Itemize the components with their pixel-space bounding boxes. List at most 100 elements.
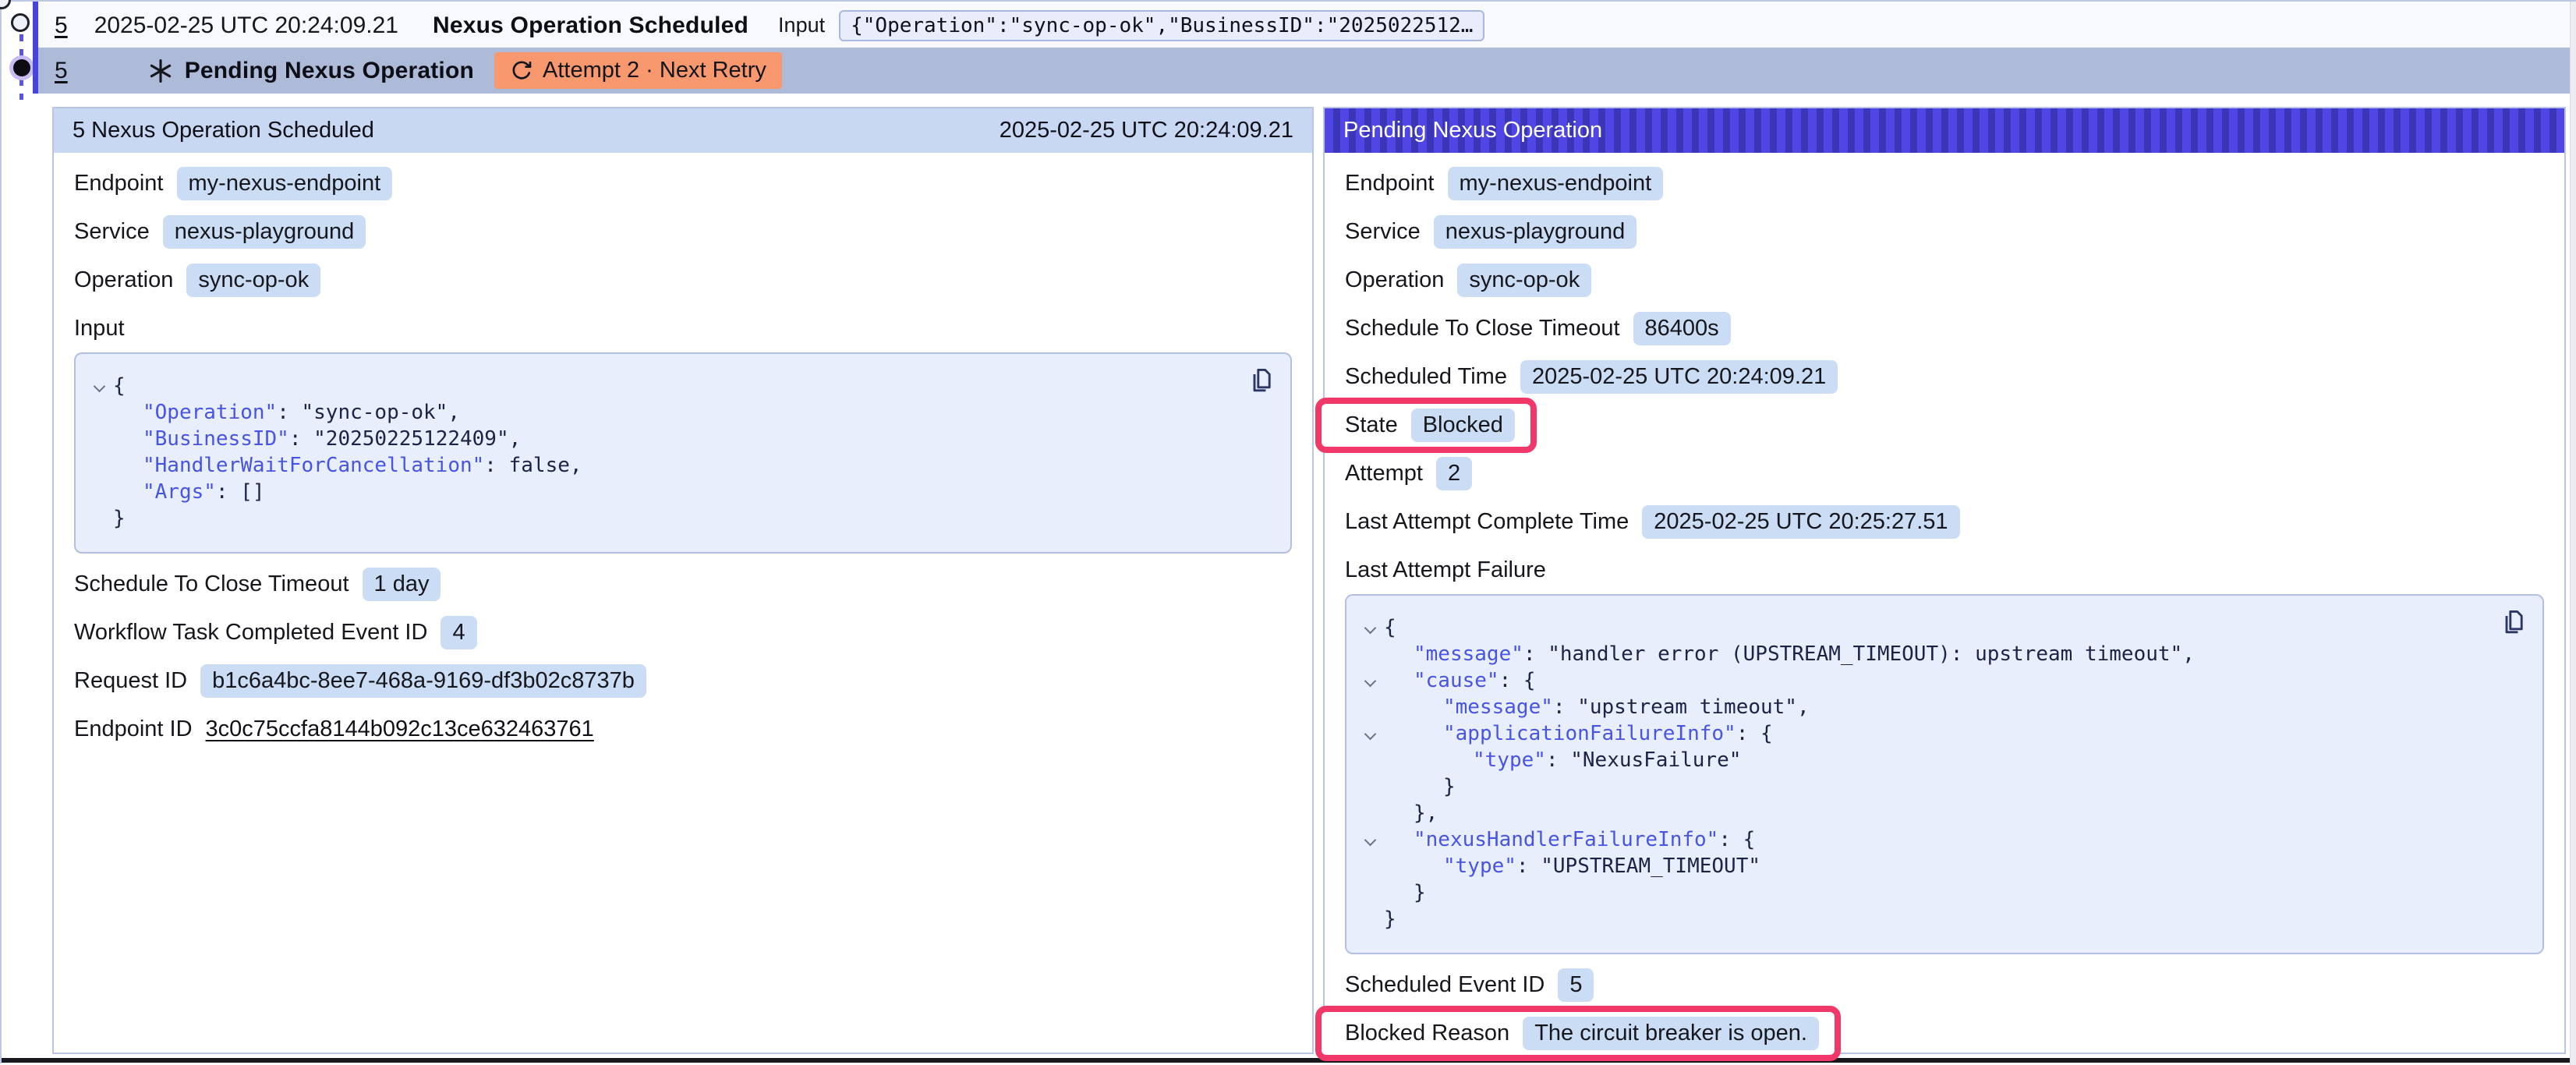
field-label: Service xyxy=(74,219,150,245)
json-punctuation: : { xyxy=(1736,720,1773,747)
json-code-line: "cause": { xyxy=(1356,667,2524,694)
input-preview-chip[interactable]: {"Operation":"sync-op-ok","BusinessID":"… xyxy=(839,10,1484,41)
field-value-chip: my-nexus-endpoint xyxy=(177,167,393,200)
history-row-scheduled[interactable]: 5 2025-02-25 UTC 20:24:09.21 Nexus Opera… xyxy=(38,3,2570,48)
detail-field-row: Operation sync-op-ok xyxy=(74,263,1292,298)
detail-field-row: Scheduled Event ID5 xyxy=(1345,968,2544,1003)
json-key: "BusinessID" xyxy=(143,426,289,452)
panel-title: Pending Nexus Operation xyxy=(1343,118,1602,143)
field-value-chip: The circuit breaker is open. xyxy=(1523,1017,1819,1050)
json-code-line: "message": "upstream timeout", xyxy=(1356,694,2524,720)
input-label: Input xyxy=(778,13,825,37)
json-punctuation: } xyxy=(1384,906,1396,932)
field-label: Service xyxy=(1345,219,1421,245)
input-json-viewer: {"Operation": "sync-op-ok","BusinessID":… xyxy=(74,352,1292,554)
detail-field-row: StateBlocked xyxy=(1345,408,2544,443)
retry-attempt-badge: Attempt 2 · Next Retry xyxy=(494,52,782,89)
json-code-line: } xyxy=(85,505,1272,532)
json-key: "HandlerWaitForCancellation" xyxy=(143,452,484,479)
json-punctuation: : xyxy=(277,399,301,426)
json-key: "Args" xyxy=(143,479,216,505)
scrollbar-track[interactable] xyxy=(2570,2,2576,1065)
field-label: Operation xyxy=(74,267,173,293)
json-key: "type" xyxy=(1443,853,1516,879)
json-punctuation: : xyxy=(1523,641,1548,667)
collapse-chevron-icon[interactable] xyxy=(1356,677,1384,685)
field-value-chip: nexus-playground xyxy=(163,215,366,249)
event-id-link[interactable]: 5 xyxy=(55,58,68,84)
event-id-link[interactable]: 5 xyxy=(55,12,68,39)
field-value-chip: sync-op-ok xyxy=(186,264,320,297)
detail-field-row: Scheduled Time2025-02-25 UTC 20:24:09.21 xyxy=(1345,359,2544,395)
field-value-chip: sync-op-ok xyxy=(1457,264,1591,297)
pending-operation-panel: Pending Nexus Operation Endpoint my-nexus… xyxy=(1323,107,2566,1054)
json-value: [] xyxy=(240,479,264,505)
json-punctuation: : xyxy=(1546,747,1570,773)
panel-title: 5 Nexus Operation Scheduled xyxy=(73,118,374,143)
failure-json-viewer: {"message": "handler error (UPSTREAM_TIM… xyxy=(1345,594,2544,954)
timeline-dashed-connector xyxy=(19,34,23,58)
json-code-line: "BusinessID": "20250225122409", xyxy=(85,426,1272,452)
json-punctuation: : xyxy=(216,479,240,505)
json-value: "UPSTREAM_TIMEOUT" xyxy=(1541,853,1760,879)
field-label: Endpoint ID xyxy=(74,716,193,742)
json-key: "message" xyxy=(1414,641,1523,667)
field-label: Scheduled Event ID xyxy=(1345,972,1545,998)
field-value-chip: 2025-02-25 UTC 20:25:27.51 xyxy=(1642,505,1959,539)
json-punctuation: { xyxy=(113,373,126,399)
collapse-chevron-icon[interactable] xyxy=(1356,836,1384,844)
field-label: Last Attempt Complete Time xyxy=(1345,509,1629,535)
field-value-chip: 2025-02-25 UTC 20:24:09.21 xyxy=(1520,360,1838,394)
json-punctuation: : xyxy=(1516,853,1541,879)
field-value-chip: 86400s xyxy=(1633,312,1731,345)
json-value: "sync-op-ok" xyxy=(302,399,448,426)
field-label: Attempt xyxy=(1345,461,1423,487)
json-key: "message" xyxy=(1443,694,1553,720)
field-label: Endpoint xyxy=(1345,171,1435,196)
event-timestamp: 2025-02-25 UTC 20:24:09.21 xyxy=(94,12,398,39)
field-label: Workflow Task Completed Event ID xyxy=(74,620,427,646)
json-key: "applicationFailureInfo" xyxy=(1443,720,1736,747)
detail-field-row: Request ID b1c6a4bc-8ee7-468a-9169-df3b02… xyxy=(74,663,1292,699)
json-punctuation: { xyxy=(1384,614,1396,641)
json-code-line: "message": "handler error (UPSTREAM_TIME… xyxy=(1356,641,2524,667)
field-value-link[interactable]: 3c0c75ccfa8144b092c13ce632463761 xyxy=(206,716,594,742)
json-key: "type" xyxy=(1473,747,1546,773)
scheduled-panel-header: 5 Nexus Operation Scheduled 2025-02-25 U… xyxy=(54,108,1312,153)
json-code-line: "Args": [] xyxy=(85,479,1272,505)
json-punctuation: : { xyxy=(1499,667,1536,694)
detail-field-row: Attempt2 xyxy=(1345,456,2544,491)
retry-badge-label: Attempt 2 · Next Retry xyxy=(543,58,766,83)
detail-field-row: Workflow Task Completed Event ID4 xyxy=(74,615,1292,650)
collapse-chevron-icon[interactable] xyxy=(85,382,113,391)
detail-field-row: Blocked ReasonThe circuit breaker is ope… xyxy=(1345,1016,2544,1051)
json-punctuation: , xyxy=(570,452,582,479)
history-row-pending[interactable]: 5 Pending Nexus Operation Attempt 2 · Ne… xyxy=(38,48,2570,94)
event-title: Pending Nexus Operation xyxy=(185,58,474,84)
json-code-line: { xyxy=(1356,614,2524,641)
field-label: Request ID xyxy=(74,668,187,694)
copy-button[interactable] xyxy=(2500,608,2525,639)
field-value-chip: 1 day xyxy=(363,568,441,601)
field-value-chip: b1c6a4bc-8ee7-468a-9169-df3b02c8737b xyxy=(200,664,646,698)
detail-field-row: Operationsync-op-ok xyxy=(1345,263,2544,298)
failure-section-label: Last Attempt Failure xyxy=(1345,553,2544,588)
json-punctuation: , xyxy=(1797,694,1810,720)
collapse-chevron-icon[interactable] xyxy=(1356,624,1384,632)
field-value-chip: my-nexus-endpoint xyxy=(1448,167,1664,200)
event-current-dot-icon xyxy=(13,59,30,76)
detail-field-row: Schedule To Close Timeout86400s xyxy=(1345,311,2544,346)
json-code-line: "type": "NexusFailure" xyxy=(1356,747,2524,773)
json-code-line: } xyxy=(1356,879,2524,906)
json-code-line: } xyxy=(1356,773,2524,800)
field-label: State xyxy=(1345,412,1398,438)
copy-button[interactable] xyxy=(1248,366,1273,397)
panel-timestamp: 2025-02-25 UTC 20:24:09.21 xyxy=(1000,118,1293,143)
json-code-line: "HandlerWaitForCancellation": false, xyxy=(85,452,1272,479)
json-code-line: }, xyxy=(1356,800,2524,826)
json-value: "handler error (UPSTREAM_TIMEOUT): upstr… xyxy=(1548,641,2182,667)
detail-field-row: Endpointmy-nexus-endpoint xyxy=(74,166,1292,201)
collapse-chevron-icon[interactable] xyxy=(1356,730,1384,738)
detail-field-row: Last Attempt Complete Time 2025-02-25 UTC… xyxy=(1345,504,2544,540)
json-value: "20250225122409" xyxy=(313,426,508,452)
